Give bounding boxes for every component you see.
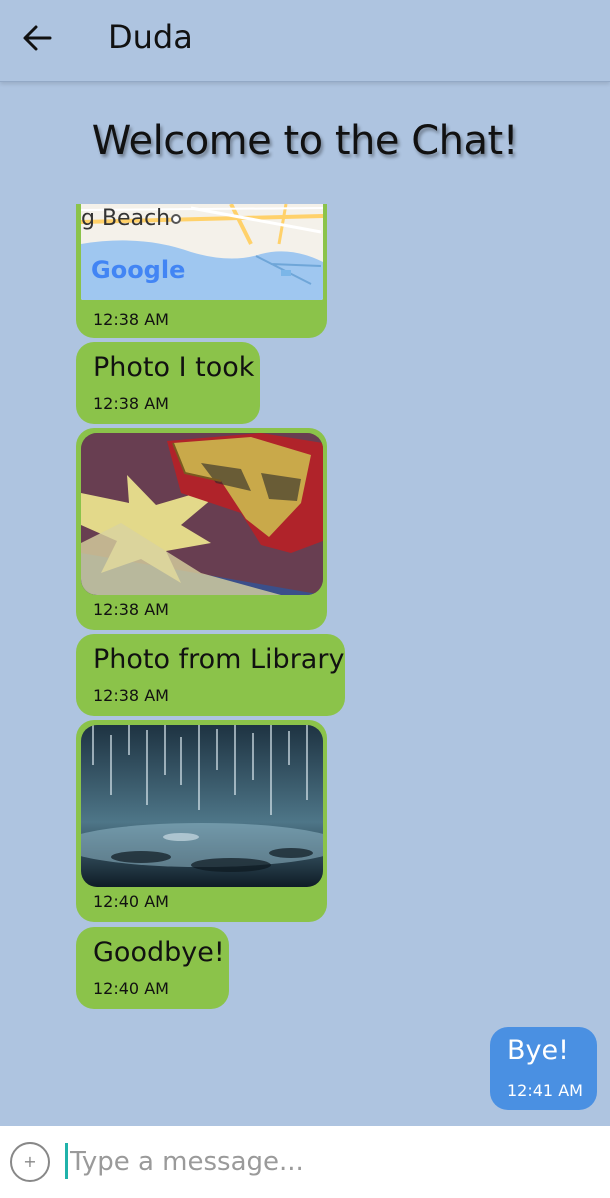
message-time: 12:38 AM (93, 600, 169, 619)
back-button[interactable] (18, 16, 58, 60)
message-bubble-outgoing[interactable]: Bye! 12:41 AM (490, 1027, 597, 1110)
message-time: 12:40 AM (93, 892, 169, 911)
map-place-marker (171, 214, 181, 224)
map-place-label: g Beach (81, 206, 171, 231)
iron-man-mask-photo[interactable] (81, 433, 323, 595)
message-bubble-location[interactable]: g Beach Google 12:38 AM (76, 204, 327, 338)
message-time: 12:38 AM (93, 394, 169, 413)
message-text: Photo I took (93, 352, 255, 383)
message-text: Goodbye! (93, 937, 225, 968)
message-input[interactable] (70, 1140, 590, 1184)
google-logo: Google (91, 256, 186, 284)
message-time: 12:38 AM (93, 686, 169, 705)
plus-circle-icon: + (23, 1152, 37, 1171)
message-bubble-text[interactable]: Goodbye! 12:40 AM (76, 927, 229, 1009)
map-thumbnail[interactable]: g Beach Google (81, 204, 323, 300)
message-composer: + (0, 1126, 610, 1198)
message-time: 12:41 AM (507, 1081, 583, 1100)
message-bubble-text[interactable]: Photo from Library 12:38 AM (76, 634, 345, 716)
message-bubble-image[interactable]: 12:40 AM (76, 720, 327, 922)
message-text: Photo from Library (93, 644, 345, 675)
message-bubble-image[interactable]: 12:38 AM (76, 428, 327, 630)
app-bar: Duda (0, 0, 610, 82)
rain-drops-photo[interactable] (81, 725, 323, 887)
arrow-left-icon (23, 25, 52, 51)
message-list[interactable]: g Beach Google 12:38 AM Photo I took 12:… (0, 200, 610, 1125)
add-attachment-button[interactable]: + (10, 1142, 50, 1182)
message-time: 12:38 AM (93, 310, 169, 329)
chat-title: Duda (108, 18, 193, 56)
message-text: Bye! (507, 1035, 569, 1066)
message-bubble-text[interactable]: Photo I took 12:38 AM (76, 342, 260, 424)
welcome-heading: Welcome to the Chat! (91, 118, 519, 164)
text-cursor (65, 1143, 68, 1179)
message-time: 12:40 AM (93, 979, 169, 998)
